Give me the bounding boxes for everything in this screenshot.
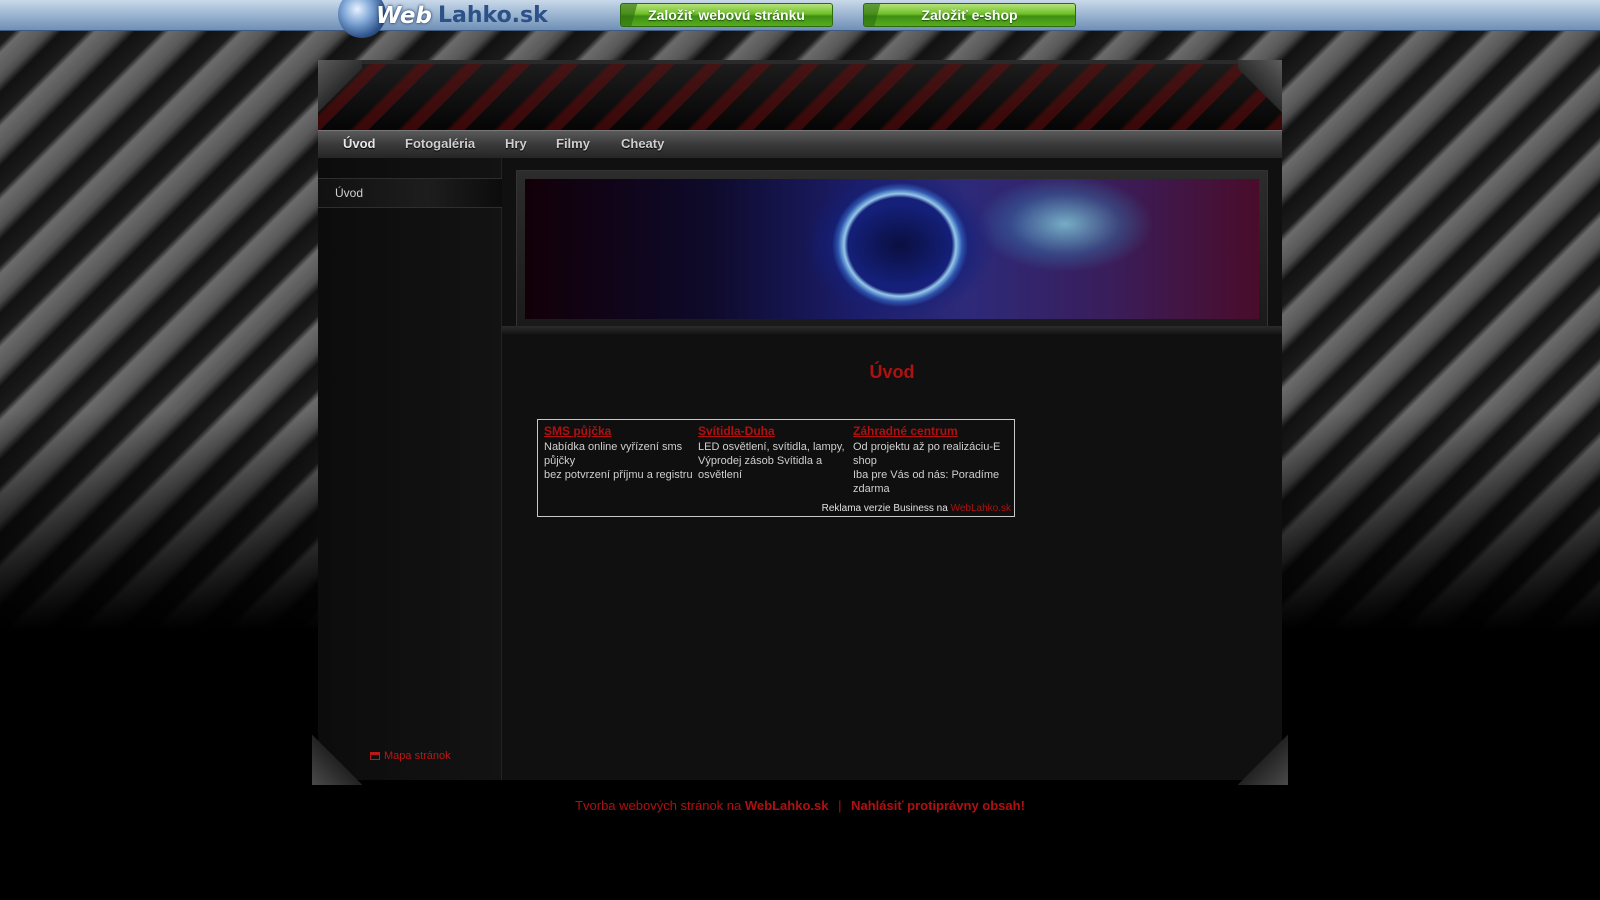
- header-banner-image: [525, 179, 1259, 319]
- nav-item-filmy[interactable]: Filmy: [556, 136, 590, 151]
- logo-lahko-text: Lahko.sk: [438, 3, 548, 28]
- ad-line: bez potvrzení příjmu a registru: [544, 469, 693, 481]
- nav-item-uvod[interactable]: Úvod: [343, 136, 376, 151]
- banner-frame: [516, 170, 1268, 328]
- logo-web-text: Web: [376, 3, 432, 29]
- footer-brand-link[interactable]: WebLahko.sk: [745, 798, 829, 813]
- report-content-link[interactable]: Nahlásiť protiprávny obsah!: [851, 798, 1025, 813]
- ad-link[interactable]: Záhradné centrum: [853, 424, 1003, 438]
- sidebar-item-uvod[interactable]: Úvod: [318, 178, 502, 208]
- corner-decoration: [1238, 735, 1288, 785]
- ad-link[interactable]: SMS půjčka: [544, 424, 694, 438]
- page-title: Úvod: [869, 362, 915, 382]
- ad-line: Výprodej zásob Svítidla a osvětlení: [698, 455, 823, 481]
- nav-item-cheaty[interactable]: Cheaty: [621, 136, 664, 151]
- nav-item-hry[interactable]: Hry: [505, 136, 527, 151]
- sidebar: Úvod Mapa stránok: [318, 158, 502, 780]
- footer-separator: |: [838, 798, 842, 813]
- create-website-button[interactable]: Založiť webovú stránku: [620, 3, 833, 27]
- corner-decoration: [318, 60, 362, 120]
- weblahko-topbar: Web Lahko.sk Založiť webovú stránku Zalo…: [0, 0, 1600, 38]
- sitemap-link[interactable]: Mapa stránok: [370, 750, 451, 762]
- footer-text: Tvorba webových stránok na: [575, 798, 742, 813]
- ad-footer-link[interactable]: WebLahko.sk: [951, 503, 1011, 514]
- ad-description: LED osvětlení, svítidla, lampy, Výprodej…: [698, 440, 848, 482]
- arrow-icon: [864, 4, 904, 26]
- create-eshop-label: Založiť e-shop: [921, 7, 1018, 23]
- ad-link[interactable]: Svítidla-Duha: [698, 424, 848, 438]
- ad-line: Od projektu až po realizáciu-E shop: [853, 441, 1001, 467]
- banner-divider: [502, 326, 1282, 334]
- corner-decoration: [1238, 60, 1282, 120]
- ad-footer-text: Reklama verzie Business na: [821, 503, 948, 514]
- ad-line: Iba pre Vás od nás: Poradíme zdarma: [853, 469, 1000, 495]
- ad-description: Nabídka online vyřízení sms půjčky bez p…: [544, 440, 694, 482]
- corner-decoration: [312, 735, 362, 785]
- ad-line: LED osvětlení, svítidla, lampy,: [698, 441, 845, 453]
- weblahko-logo[interactable]: Web Lahko.sk: [338, 0, 558, 38]
- main-navigation: Úvod Fotogaléria Hry Filmy Cheaty: [318, 130, 1282, 158]
- ad-footer: Reklama verzie Business na WebLahko.sk: [822, 503, 1011, 514]
- site-header: [318, 60, 1282, 130]
- page-footer: Tvorba webových stránok na WebLahko.sk |…: [0, 798, 1600, 813]
- ad-item: SMS půjčka Nabídka online vyřízení sms p…: [544, 424, 694, 482]
- create-website-label: Založiť webovú stránku: [648, 7, 805, 23]
- create-eshop-button[interactable]: Založiť e-shop: [863, 3, 1076, 27]
- ad-item: Svítidla-Duha LED osvětlení, svítidla, l…: [698, 424, 848, 482]
- ad-box: SMS půjčka Nabídka online vyřízení sms p…: [537, 419, 1015, 517]
- ad-item: Záhradné centrum Od projektu až po reali…: [853, 424, 1003, 496]
- sitemap-label: Mapa stránok: [384, 750, 451, 762]
- sitemap-icon: [370, 752, 380, 760]
- arrow-icon: [621, 4, 661, 26]
- ad-description: Od projektu až po realizáciu-E shop Iba …: [853, 440, 1003, 496]
- ad-line: Nabídka online vyřízení sms půjčky: [544, 441, 683, 467]
- nav-item-fotogaleria[interactable]: Fotogaléria: [405, 136, 475, 151]
- site-container: Úvod Fotogaléria Hry Filmy Cheaty Úvod M…: [312, 60, 1288, 785]
